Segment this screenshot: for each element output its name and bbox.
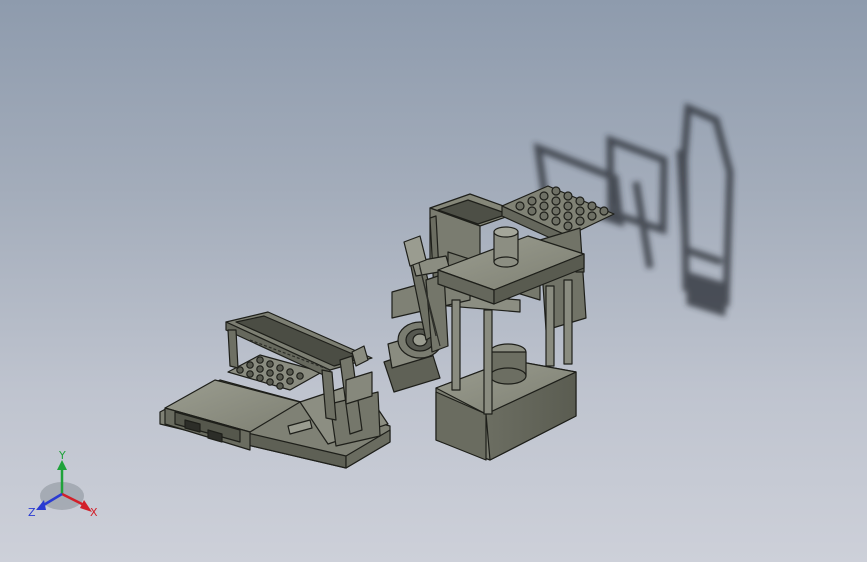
view-triad[interactable]: Y X Z — [28, 449, 98, 519]
cad-model-scene[interactable]: Y X Z — [0, 0, 867, 562]
left-loading-station[interactable] — [159, 311, 391, 469]
y-axis-label: Y — [58, 449, 66, 462]
z-axis-label: Z — [28, 506, 36, 519]
x-axis-label: X — [90, 506, 98, 519]
3d-viewport[interactable]: Y X Z — [0, 0, 867, 562]
